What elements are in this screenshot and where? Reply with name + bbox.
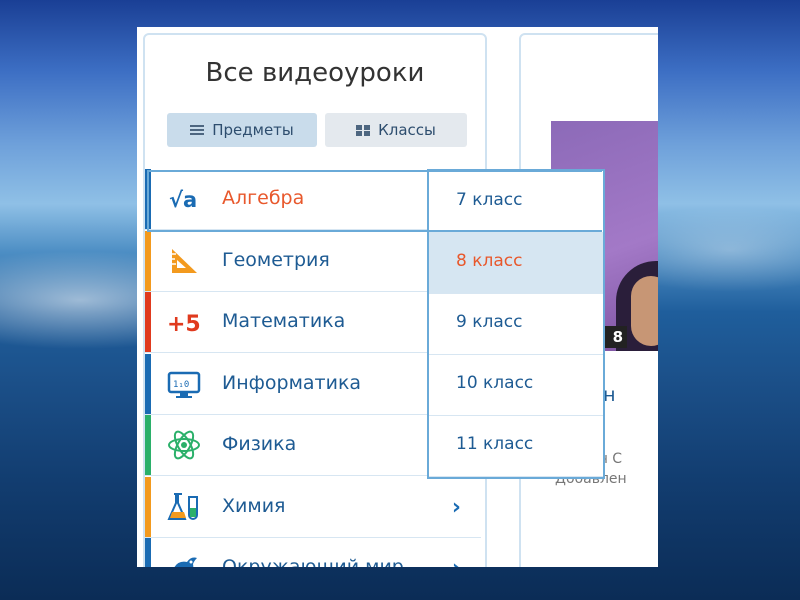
app-frame: 8 ободн ебан ваенин С Добавлен Все видео… [137,27,658,567]
class-option-label: 11 класс [456,434,534,454]
class-option-1[interactable]: 7 класс [429,171,603,233]
subject-color-stripe [145,230,151,291]
teacher-face [631,276,658,346]
class-option-label: 9 класс [456,312,523,332]
panel-title: Все видеоуроки [205,58,425,88]
list-icon [190,124,205,136]
chevron-right-icon[interactable]: › [452,495,461,520]
tab-classes-label: Классы [378,121,436,139]
subject-label: Информатика [222,371,362,394]
svg-text:1₁0: 1₁0 [173,380,189,390]
subject-color-stripe [145,476,151,537]
subject-label: Алгебра [222,187,305,209]
monitor-binary-icon: 1₁0 [167,368,201,400]
subject-label: Математика [222,310,346,332]
class-option-label: 7 класс [456,190,523,210]
subject-row-6[interactable]: Химия › [145,476,481,538]
chevron-right-icon[interactable]: › [452,556,461,567]
subject-label: Физика [222,433,297,455]
bird-icon [167,552,201,567]
subject-row-7[interactable]: Окружающий мир › [145,538,481,567]
atom-icon [167,429,201,461]
subject-color-stripe [145,169,151,229]
class-option-4[interactable]: 10 класс [429,354,603,416]
class-option-5[interactable]: 11 класс [429,415,603,477]
tab-subjects-label: Предметы [212,121,294,139]
class-option-2[interactable]: 8 класс [429,232,603,294]
subject-label: Геометрия [222,248,330,271]
tab-classes[interactable]: Классы [325,113,467,147]
subject-label: Химия [222,494,286,517]
subject-color-stripe [145,353,151,414]
flask-icon [167,491,201,523]
set-square-icon [167,245,201,277]
tab-subjects[interactable]: Предметы [167,113,317,147]
grid-icon [356,124,371,136]
sqrt-a-icon: √a [167,183,201,215]
subject-color-stripe [145,538,151,567]
svg-text:+5: +5 [167,312,201,337]
class-option-3[interactable]: 9 класс [429,293,603,355]
svg-text:√a: √a [169,188,197,212]
class-dropdown: 7 класс 8 класс 9 класс 10 класс 11 класс [427,169,605,479]
class-option-label: 8 класс [456,251,523,271]
class-option-label: 10 класс [456,373,534,393]
subject-label: Окружающий мир [222,556,404,567]
subject-color-stripe [145,292,151,352]
plus-five-icon: +5 [167,306,201,338]
subject-color-stripe [145,415,151,475]
